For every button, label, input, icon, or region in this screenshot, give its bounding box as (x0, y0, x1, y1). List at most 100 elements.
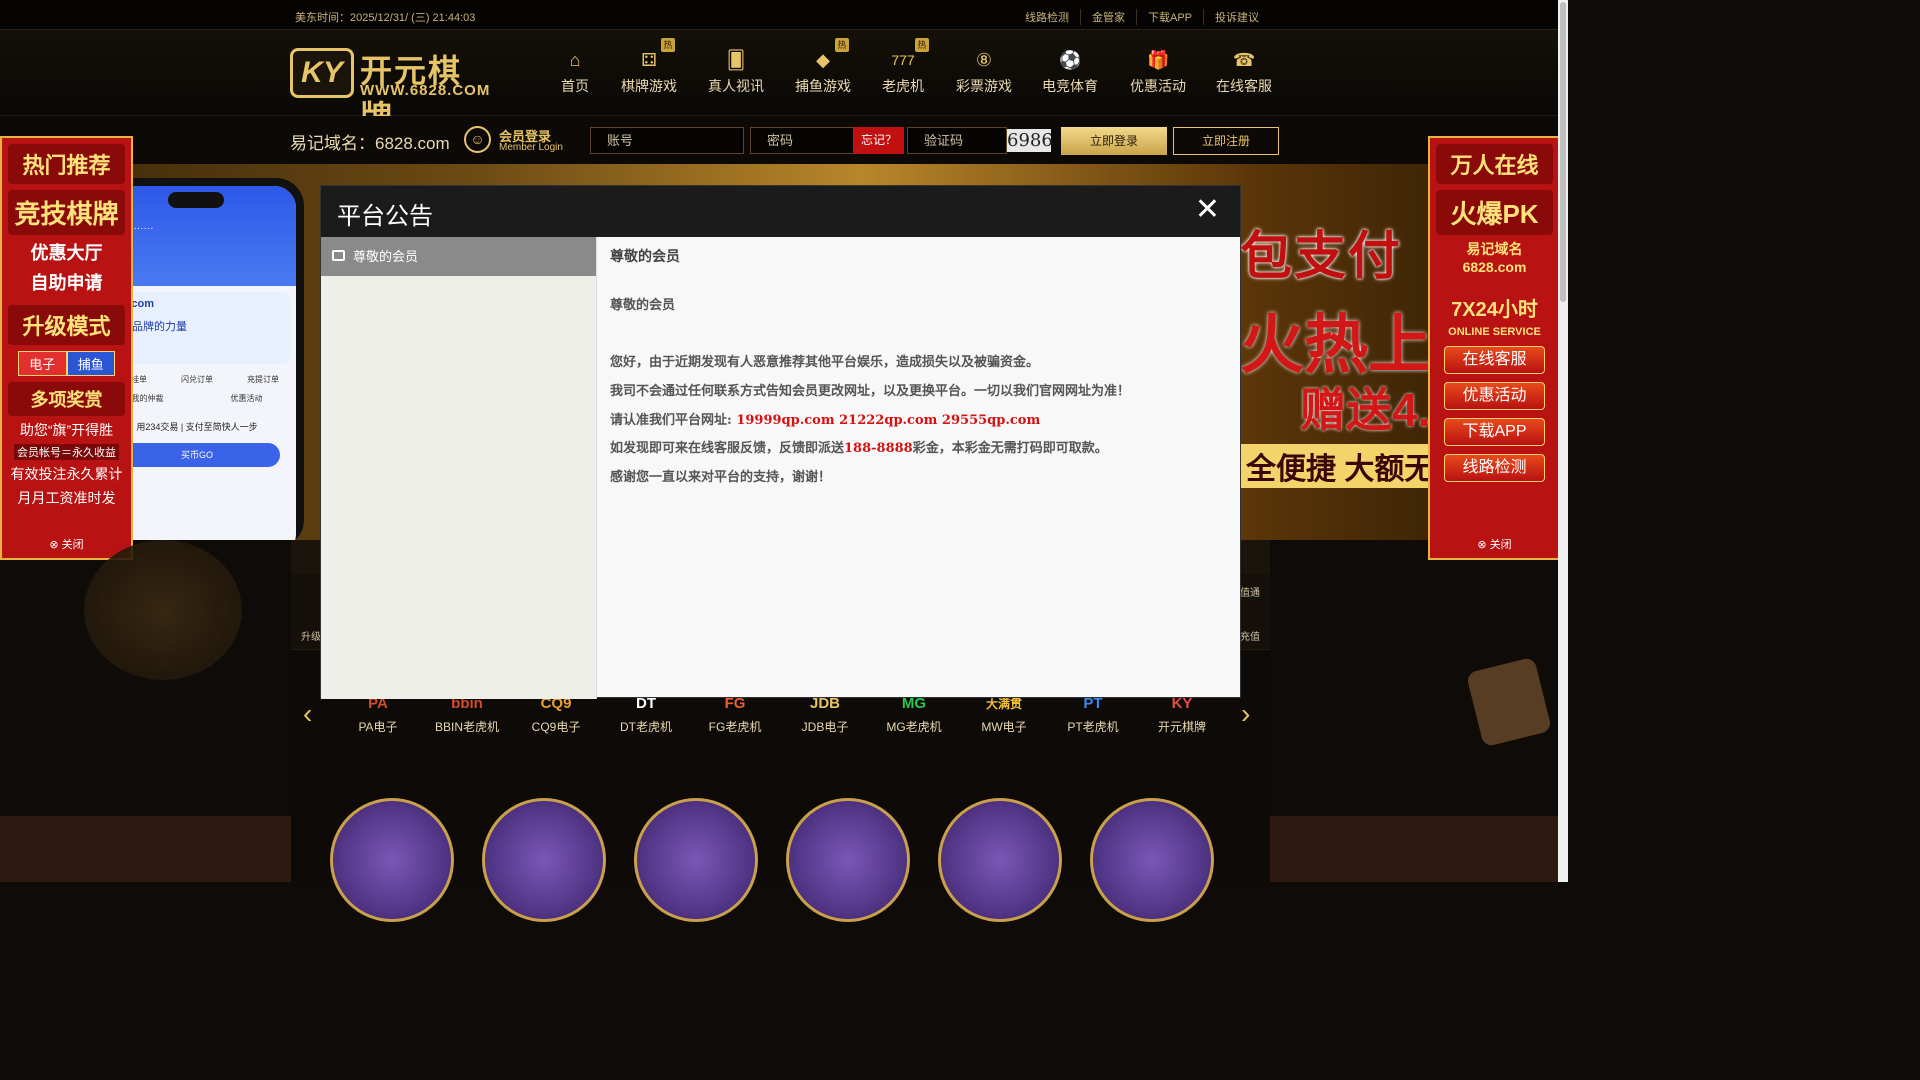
nav-label: 棋牌游戏 (621, 78, 677, 94)
forgot-password-button[interactable]: 忘记？ (854, 127, 904, 154)
user-icon: ☺ (464, 126, 491, 153)
support-icon: ☎ (1233, 50, 1256, 70)
nav-label: 在线客服 (1216, 78, 1272, 94)
announcement-p3: 请认准我们平台网址: 19999qp.com 21222qp.com 29555… (610, 412, 1041, 428)
top-link-download-app[interactable]: 下载APP (1135, 9, 1203, 25)
close-icon[interactable]: ✕ (1195, 194, 1220, 226)
top-info-bar: 美东时间：2025/12/31/ (三) 21:44:03 线路检测 金管家 下… (0, 0, 1568, 30)
left-ad-sub1: 优惠大厅 (30, 243, 103, 263)
casino-chip-decoration (84, 540, 242, 680)
captcha-image[interactable]: 6986 (1007, 129, 1053, 152)
nav-label: 真人视讯 (708, 78, 764, 94)
gift-icon: 🎁 (1147, 50, 1170, 70)
nav-label: 优惠活动 (1130, 78, 1186, 94)
login-button[interactable]: 立即登录 (1061, 127, 1167, 155)
nav-live-video[interactable]: 🂠 真人视讯 (696, 50, 776, 96)
phone-notch (168, 192, 224, 208)
captcha-input[interactable]: 验证码 (907, 127, 1007, 154)
announcement-p2: 我司不会通过任何联系方式告知会员更改网址，以及更换平台。一切以我们官网网址为准！ (610, 384, 1131, 400)
announcement-modal: 平台公告 ✕ 尊敬的会员 尊敬的会员 尊敬的会员 您好，由于近期发现有人恶意推荐… (320, 185, 1241, 699)
page-scrollbar[interactable] (1558, 0, 1568, 882)
top-link-complaint[interactable]: 投诉建议 (1203, 9, 1270, 25)
slot-777-icon: 777 (891, 52, 915, 68)
modal-header: 平台公告 ✕ (321, 186, 1240, 237)
right-ad-promotions-button[interactable]: 优惠活动 (1444, 382, 1545, 410)
member-login-label: ☺ 会员登录 Member Login (464, 124, 584, 156)
nav-home[interactable]: ⌂ 首页 (535, 50, 615, 96)
scrollbar-thumb[interactable] (1560, 2, 1566, 302)
quick-upgrade[interactable]: 升级 (301, 628, 321, 643)
message-icon (332, 250, 345, 261)
left-side-ad[interactable]: 热门推荐 竞技棋牌 优惠大厅 自助申请 升级模式 电子 捕鱼 多项奖赏 助您“旗… (0, 136, 133, 560)
left-ad-bonus: 多项奖赏 (8, 382, 125, 416)
site-header: KY 开元棋牌 WWW.6828.COM ⌂ 首页 热 ⚃ 棋牌游戏 🂠 真人视… (0, 30, 1568, 135)
modal-sidebar: 尊敬的会员 (321, 237, 597, 699)
modal-content: 尊敬的会员 尊敬的会员 您好，由于近期发现有人恶意推荐其他平台娱乐，造成损失以及… (610, 246, 1230, 493)
left-ad-title2: 竞技棋牌 (8, 190, 125, 235)
game-thumbnail[interactable] (330, 798, 454, 922)
announcement-p4: 如发现即可来在线客服反馈，反馈即派送188-8888彩金，本彩金无需打码即可取款… (610, 441, 1108, 457)
site-logo[interactable]: KY 开元棋牌 WWW.6828.COM (290, 46, 490, 135)
game-thumbnail[interactable] (1090, 798, 1214, 922)
announcement-tab[interactable]: 尊敬的会员 (321, 237, 596, 276)
lottery-8-icon: ⑧ (975, 50, 993, 70)
close-icon: ⊗ (1477, 539, 1487, 551)
left-ad-close[interactable]: ⊗ 关闭 (2, 536, 131, 552)
fish-icon: ◆ (816, 50, 830, 70)
top-links: 线路检测 金管家 下载APP 投诉建议 (1014, 9, 1270, 25)
member-login-sub: Member Login (499, 142, 563, 153)
left-ad-pair: 电子 捕鱼 (18, 351, 115, 376)
right-ad-title2: 火爆PK (1436, 190, 1553, 235)
chevron-left-icon[interactable]: ‹ (303, 698, 312, 730)
nav-esports[interactable]: ⚽ 电竞体育 (1030, 50, 1110, 96)
nav-support[interactable]: ☎ 在线客服 (1204, 50, 1284, 96)
quick-recharge[interactable]: 充值 (1240, 628, 1260, 643)
right-ad-domain: 易记域名 6828.com (1462, 241, 1527, 275)
nav-label: 捕鱼游戏 (795, 78, 851, 94)
right-ad-service: 7X24小时 (1451, 299, 1538, 321)
right-ad-close[interactable]: ⊗ 关闭 (1430, 536, 1559, 552)
us-east-time: 美东时间：2025/12/31/ (三) 21:44:03 (295, 12, 476, 24)
password-input[interactable]: 密码 (750, 127, 854, 154)
left-ad-member: 会员帐号＝永久收益 (14, 444, 119, 460)
hot-badge: 热 (661, 38, 675, 52)
nav-label: 彩票游戏 (956, 78, 1012, 94)
banner-text-1: 包支付 (1240, 228, 1403, 286)
nav-lottery[interactable]: ⑧ 彩票游戏 (944, 50, 1024, 96)
hot-badge: 热 (835, 38, 849, 52)
right-ad-service-en: ONLINE SERVICE (1448, 326, 1541, 338)
announcement-greeting: 尊敬的会员 (610, 298, 676, 313)
left-ad-salary: 月月工资准时发 (17, 490, 116, 506)
phone-address: 地址: ······ (108, 223, 154, 234)
game-thumbnail[interactable] (938, 798, 1062, 922)
left-ad-sub2: 自助申请 (30, 273, 103, 293)
right-ad-support-button[interactable]: 在线客服 (1444, 346, 1545, 374)
account-input[interactable]: 账号 (590, 127, 744, 154)
right-side-ad[interactable]: 万人在线 火爆PK 易记域名 6828.com 7X24小时 ONLINE SE… (1428, 136, 1561, 560)
dice-icon: ⚃ (641, 50, 657, 70)
announcement-p1: 您好，由于近期发现有人恶意推荐其他平台娱乐，造成损失以及被骗资金。 (610, 355, 1040, 371)
left-ad-title: 热门推荐 (8, 144, 125, 184)
nav-slots[interactable]: 热 777 老虎机 (863, 38, 943, 96)
nav-chess-games[interactable]: 热 ⚃ 棋牌游戏 (609, 38, 689, 96)
right-ad-download-button[interactable]: 下载APP (1444, 418, 1545, 446)
game-thumbnail[interactable] (634, 798, 758, 922)
game-thumbnail[interactable] (786, 798, 910, 922)
top-link-line-check[interactable]: 线路检测 (1014, 9, 1080, 25)
top-link-steward[interactable]: 金管家 (1079, 9, 1136, 25)
modal-title: 平台公告 (337, 203, 433, 230)
dice-decoration (1465, 656, 1553, 748)
left-ad-banner-text: 助您“旗”开得胜 (19, 422, 114, 438)
ball-icon: ⚽ (1059, 50, 1082, 70)
right-ad-title: 万人在线 (1436, 144, 1553, 184)
nav-promotions[interactable]: 🎁 优惠活动 (1118, 50, 1198, 96)
announcement-spacer (610, 321, 1230, 350)
phone-slogan: 诚信品牌的力量 (110, 321, 187, 333)
right-ad-line-check-button[interactable]: 线路检测 (1444, 454, 1545, 482)
nav-label: 电竞体育 (1042, 78, 1098, 94)
register-button[interactable]: 立即注册 (1173, 127, 1279, 155)
chevron-right-icon[interactable]: › (1241, 698, 1250, 730)
phone-buy-button: 买币GO (114, 443, 280, 467)
nav-fishing-games[interactable]: 热 ◆ 捕鱼游戏 (783, 38, 863, 96)
game-thumbnail[interactable] (482, 798, 606, 922)
